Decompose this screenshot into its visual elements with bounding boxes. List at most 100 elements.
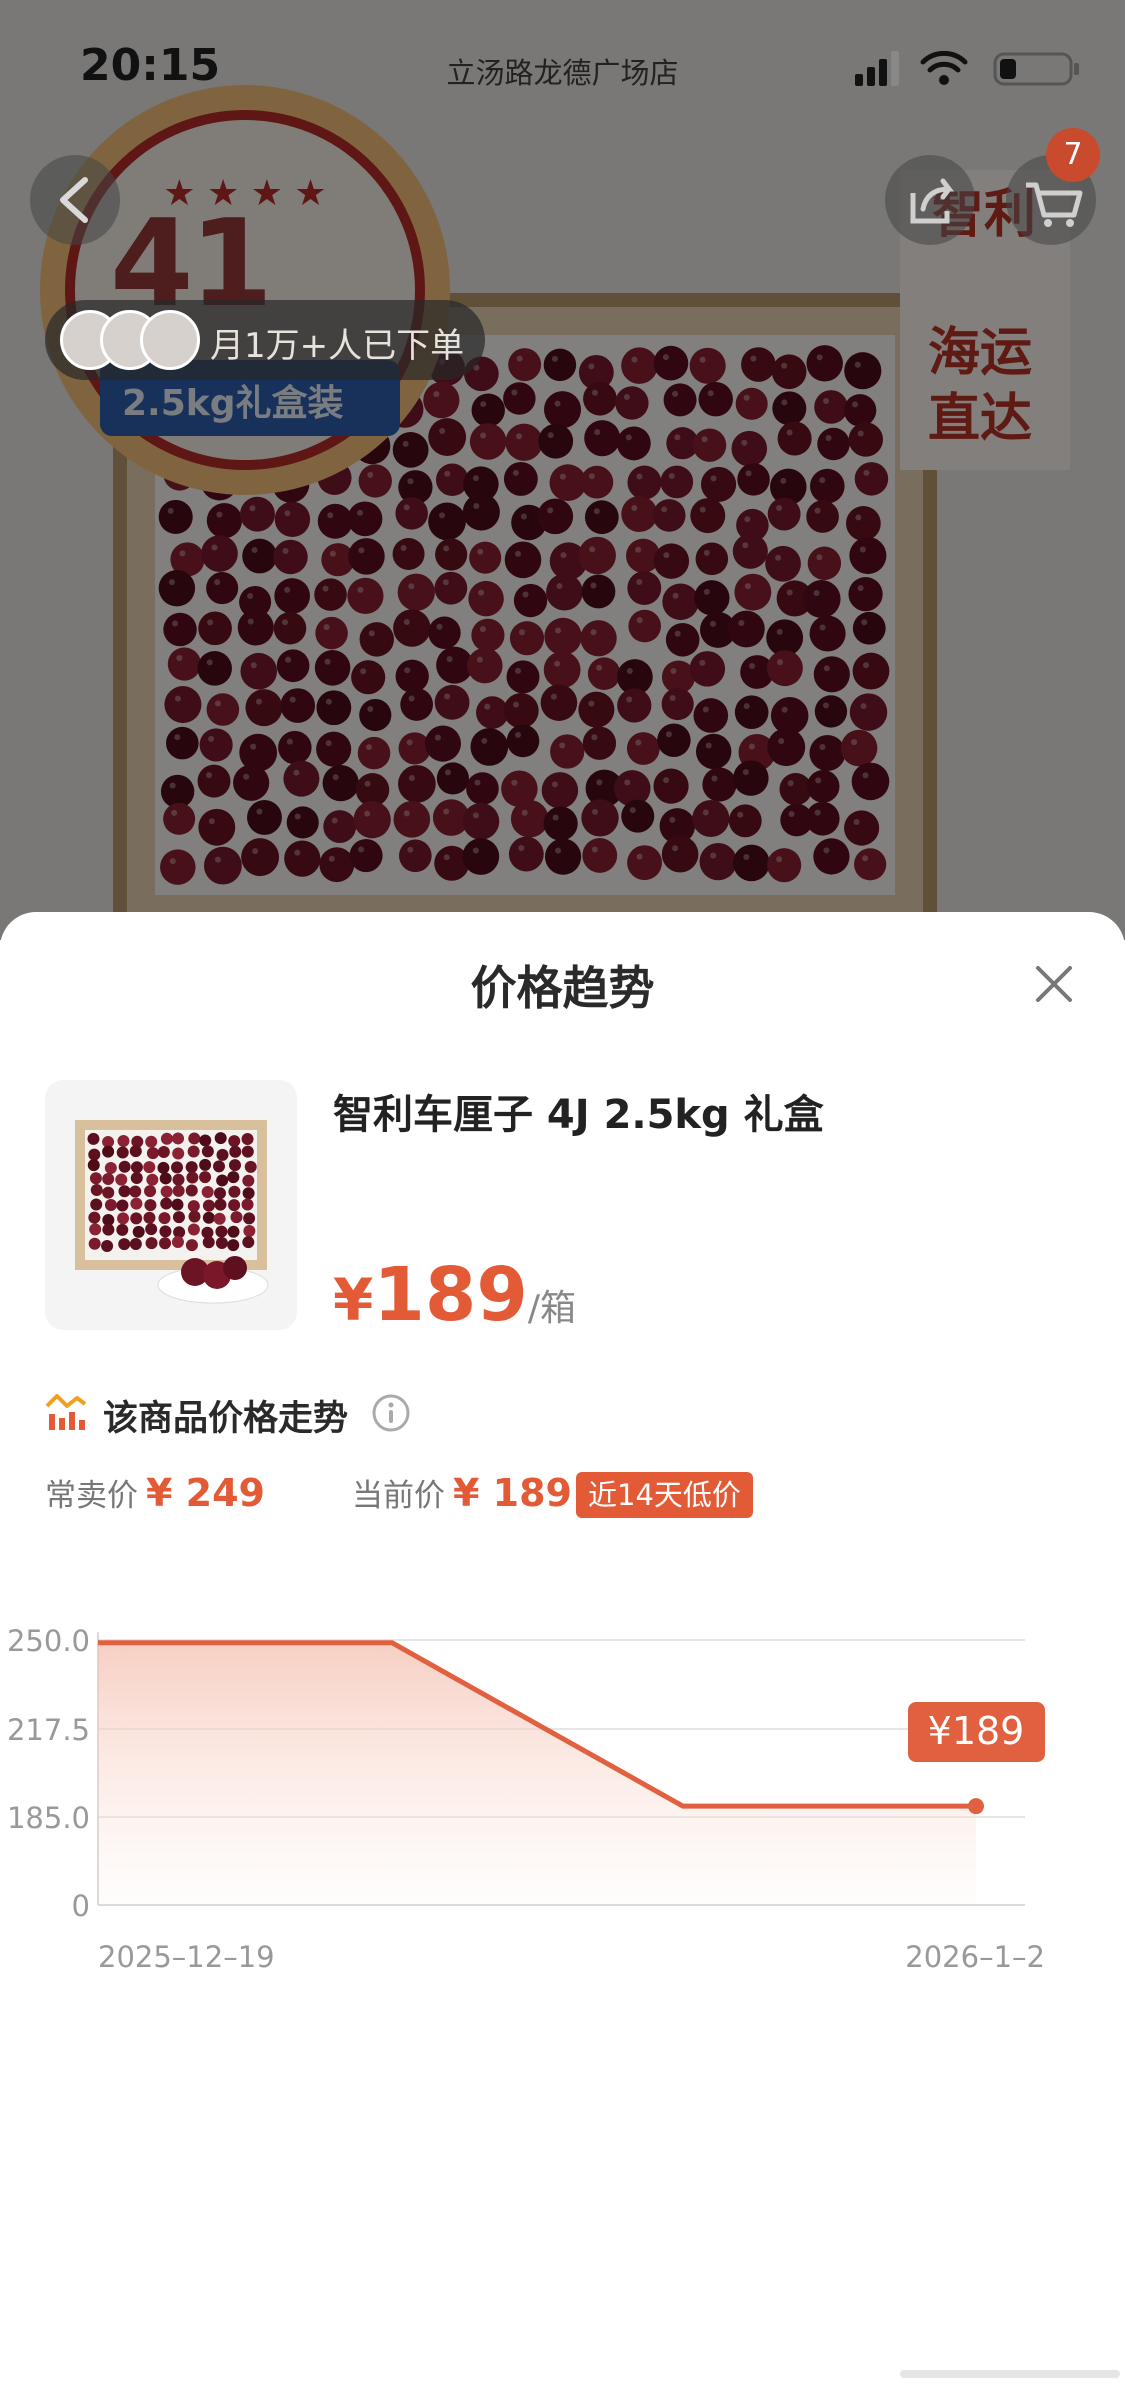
current-price-label: 当前价 (352, 1478, 445, 1514)
cherry (228, 1199, 241, 1212)
buyers-pill: 月1万+人已下单 (45, 300, 485, 380)
cherry (199, 1171, 212, 1184)
info-icon[interactable] (370, 1392, 412, 1434)
cherry (104, 1198, 117, 1211)
low-price-tag: 近14天低价 (576, 1472, 753, 1518)
cherry (230, 1211, 243, 1224)
price-trend-sheet: 价格趋势 智利车厘子 4J 2.5kg 礼盒 ¥189/箱 该商品价格走势 常卖… (0, 912, 1125, 2396)
cherry (227, 1225, 240, 1238)
cherry (116, 1146, 129, 1159)
cherry (89, 1223, 102, 1236)
cherry (159, 1225, 172, 1238)
y-tick-label: 217.5 (7, 1713, 90, 1747)
cherry (186, 1171, 199, 1184)
product-price: ¥189/箱 (333, 1252, 576, 1338)
cherry (227, 1239, 240, 1252)
cherry (130, 1197, 143, 1210)
close-icon[interactable] (1030, 960, 1078, 1008)
current-price: 当前价 ¥ 189 (352, 1470, 572, 1515)
last-price-label: ¥189 (928, 1709, 1025, 1753)
cherry (118, 1160, 131, 1173)
cherry (143, 1161, 156, 1174)
cherry (172, 1147, 185, 1160)
cherry (159, 1172, 172, 1185)
cherry (145, 1135, 158, 1148)
cherry (187, 1200, 200, 1213)
y-tick-label: 0 (72, 1889, 90, 1923)
cherry (216, 1174, 229, 1187)
cherry (102, 1172, 115, 1185)
y-tick-label: 250.0 (7, 1624, 90, 1658)
cherry (213, 1160, 226, 1173)
cherry (117, 1212, 130, 1225)
cherry (172, 1184, 185, 1197)
status-bar: 20:15 立汤路龙德广场店 (0, 0, 1125, 130)
cherry (157, 1161, 170, 1174)
chevron-left-icon (60, 177, 88, 223)
cherry (130, 1212, 143, 1225)
cherry (228, 1185, 241, 1198)
cherry (158, 1212, 171, 1225)
trend-chart-icon (45, 1394, 87, 1430)
regular-price-label: 常卖价 (45, 1478, 138, 1514)
product-name: 智利车厘子 4J 2.5kg 礼盒 (333, 1092, 824, 1138)
price-unit: /箱 (527, 1288, 576, 1329)
cherry (216, 1148, 229, 1161)
cherry (202, 1199, 215, 1212)
cherry (171, 1161, 184, 1174)
cherry (199, 1134, 212, 1147)
signal-icon (855, 51, 899, 86)
battery-icon (993, 52, 1079, 86)
cherry (146, 1173, 159, 1186)
cherry (88, 1237, 101, 1250)
x-tick-label: 2025–12–19 (98, 1940, 275, 1974)
cherry (215, 1225, 228, 1238)
trend-title: 该商品价格走势 (103, 1399, 349, 1439)
cherry (188, 1210, 201, 1223)
buyers-count-text: 月1万+人已下单 (210, 326, 465, 366)
cherry (172, 1211, 185, 1224)
cherry (227, 1171, 240, 1184)
cherry (241, 1133, 254, 1146)
cherry (187, 1223, 200, 1236)
cherry (228, 1135, 241, 1148)
cherry (132, 1225, 145, 1238)
avatar (140, 310, 200, 370)
cherry (201, 1145, 214, 1158)
home-indicator (900, 2370, 1120, 2378)
current-price-value: ¥ 189 (453, 1471, 572, 1515)
sheet-title: 价格趋势 (470, 961, 655, 1015)
cherry (118, 1185, 131, 1198)
product-thumbnail (45, 1080, 297, 1330)
cherry (87, 1159, 100, 1172)
cherry (243, 1212, 256, 1225)
cherry (157, 1145, 170, 1158)
share-button[interactable] (885, 155, 975, 245)
wifi-icon (920, 50, 968, 85)
cherry (144, 1185, 157, 1198)
cherry (228, 1159, 241, 1172)
modal-overlay[interactable] (0, 0, 1125, 940)
cherry (88, 1148, 101, 1161)
cherry (159, 1237, 172, 1250)
back-button[interactable] (30, 155, 120, 245)
data-point (968, 1798, 984, 1815)
cherry (130, 1172, 143, 1185)
product-image-area: ★ ★ ★ ★ 41 2.5kg礼盒装 智利 海运 直达 7 月1万+人已下单 … (0, 0, 1125, 940)
cherry (160, 1197, 173, 1210)
regular-price-value: ¥ 249 (146, 1471, 265, 1515)
cherry (244, 1160, 257, 1173)
regular-price: 常卖价 ¥ 249 (45, 1470, 265, 1515)
cherry (172, 1173, 185, 1186)
cart-count-badge: 7 (1046, 128, 1100, 182)
cherry (116, 1199, 129, 1212)
cherry (144, 1199, 157, 1212)
cherry (143, 1211, 156, 1224)
cherry (160, 1132, 173, 1145)
cherry (242, 1236, 255, 1249)
cherry (185, 1161, 198, 1174)
cherry (187, 1145, 200, 1158)
cherry (214, 1198, 227, 1211)
cherry (145, 1223, 158, 1236)
cherry (215, 1237, 228, 1250)
